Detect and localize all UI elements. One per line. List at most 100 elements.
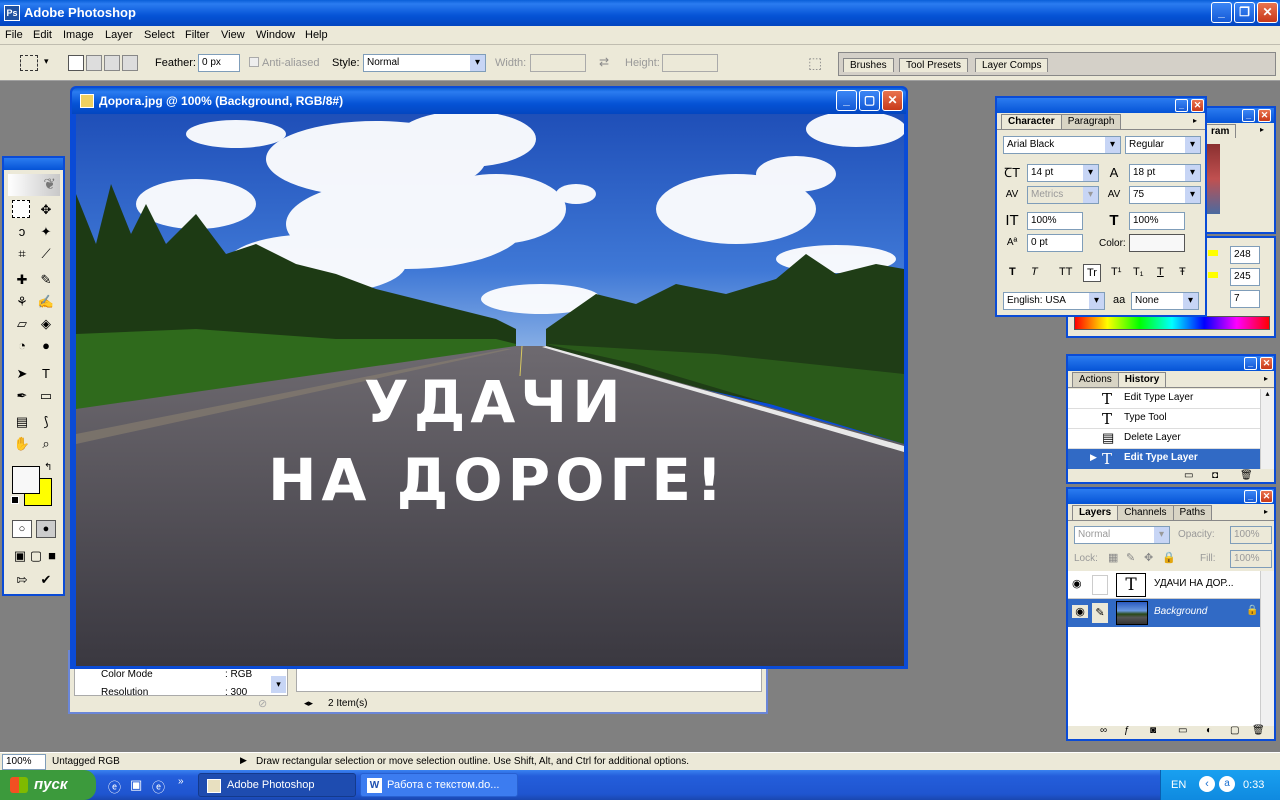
tray-arrow-icon[interactable]: ‹: [1199, 776, 1215, 792]
layer-style-icon[interactable]: ƒ: [1124, 725, 1130, 736]
crop-tool-icon[interactable]: ⌗: [12, 244, 32, 264]
layers-menu-icon[interactable]: ▸: [1264, 507, 1268, 516]
menu-file[interactable]: File: [5, 29, 23, 41]
superscript-button[interactable]: T¹: [1111, 266, 1121, 278]
task-word[interactable]: W Работа с текстом.do...: [360, 773, 518, 797]
palette-toggle-icon[interactable]: ⬚: [808, 54, 822, 72]
selection-mode-add-icon[interactable]: [86, 55, 102, 71]
small-caps-button[interactable]: Tr: [1083, 264, 1101, 282]
history-scrollbar[interactable]: ▴: [1260, 389, 1274, 469]
text-color-swatch[interactable]: [1129, 234, 1185, 252]
status-menu-icon[interactable]: ▶: [240, 755, 247, 766]
language-indicator[interactable]: EN: [1171, 779, 1186, 791]
standard-mode-icon[interactable]: ○: [12, 520, 32, 538]
chevron-down-icon[interactable]: ▾: [44, 56, 49, 67]
delete-layer-icon[interactable]: 🗑: [1252, 725, 1265, 736]
marquee-preset-icon[interactable]: [20, 55, 38, 71]
antialiased-checkbox[interactable]: [249, 57, 259, 67]
magic-wand-icon[interactable]: ✦: [36, 222, 56, 242]
character-menu-icon[interactable]: ▸: [1193, 116, 1197, 125]
histogram-minimize[interactable]: _: [1242, 109, 1255, 122]
tracking-select[interactable]: 75: [1129, 186, 1201, 204]
character-close[interactable]: ✕: [1191, 99, 1204, 112]
vertical-scale-input[interactable]: 100%: [1027, 212, 1083, 230]
menu-select[interactable]: Select: [144, 29, 175, 41]
tab-channels[interactable]: Channels: [1117, 505, 1174, 520]
font-style-select[interactable]: Regular: [1125, 136, 1201, 154]
layers-scrollbar[interactable]: [1260, 571, 1274, 726]
quicklaunch-browser-icon[interactable]: ⓔ: [152, 777, 165, 796]
new-document-from-state-icon[interactable]: ▭: [1184, 470, 1193, 481]
blend-mode-select[interactable]: Normal: [1074, 526, 1170, 544]
quicklaunch-more-icon[interactable]: »: [178, 776, 184, 787]
kerning-select[interactable]: Metrics: [1027, 186, 1099, 204]
antialias-select[interactable]: None: [1131, 292, 1199, 310]
nav-arrows-icon[interactable]: ◂▸: [304, 698, 313, 709]
eraser-tool-icon[interactable]: ▱: [12, 314, 32, 334]
character-minimize[interactable]: _: [1175, 99, 1188, 112]
width-input[interactable]: [530, 54, 586, 72]
fill-input[interactable]: 100%: [1230, 550, 1272, 568]
lock-position-icon[interactable]: ✥: [1144, 551, 1153, 564]
horizontal-scale-input[interactable]: 100%: [1129, 212, 1185, 230]
document-titlebar[interactable]: Дорога.jpg @ 100% (Background, RGB/8#) _…: [72, 88, 906, 114]
pen-tool-icon[interactable]: ✒: [12, 386, 32, 406]
quicklaunch-desktop-icon[interactable]: ▣: [130, 777, 142, 793]
adjustment-layer-icon[interactable]: ◐: [1206, 725, 1212, 736]
histogram-tab[interactable]: ram: [1204, 124, 1237, 138]
lock-transparency-icon[interactable]: ▦: [1108, 551, 1118, 564]
selection-mode-intersect-icon[interactable]: [122, 55, 138, 71]
history-item-selected[interactable]: ▶ T Edit Type Layer: [1068, 449, 1260, 469]
delete-icon[interactable]: ⊘: [258, 697, 267, 710]
underline-button[interactable]: T: [1157, 266, 1164, 278]
eyedropper-icon[interactable]: ⟆: [36, 412, 56, 432]
layer-row-text[interactable]: ◉ T УДАЧИ НА ДОР...: [1068, 571, 1260, 599]
strikethrough-button[interactable]: Ŧ: [1179, 266, 1186, 278]
doc-minimize-button[interactable]: _: [836, 90, 857, 111]
link-slot[interactable]: [1092, 575, 1108, 595]
faux-italic-button[interactable]: T: [1031, 266, 1038, 278]
minimize-button[interactable]: _: [1211, 2, 1232, 23]
color-spectrum-ramp[interactable]: [1074, 316, 1270, 330]
opacity-input[interactable]: 100%: [1230, 526, 1272, 544]
histogram-close[interactable]: ✕: [1258, 109, 1271, 122]
menu-layer[interactable]: Layer: [105, 29, 133, 41]
font-family-select[interactable]: Arial Black: [1003, 136, 1121, 154]
selection-mode-subtract-icon[interactable]: [104, 55, 120, 71]
histogram-menu-icon[interactable]: ▸: [1260, 125, 1264, 134]
leading-select[interactable]: 18 pt: [1129, 164, 1201, 182]
paint-bucket-icon[interactable]: ◈: [36, 314, 56, 334]
history-minimize[interactable]: _: [1244, 357, 1257, 370]
tab-layers[interactable]: Layers: [1072, 505, 1119, 520]
move-tool-icon[interactable]: ✥: [36, 200, 56, 220]
doc-close-button[interactable]: ✕: [882, 90, 903, 111]
history-close[interactable]: ✕: [1260, 357, 1273, 370]
menu-window[interactable]: Window: [256, 29, 295, 41]
tab-character[interactable]: Character: [1001, 114, 1062, 129]
history-item[interactable]: T Edit Type Layer: [1068, 389, 1260, 409]
zoom-field[interactable]: 100%: [2, 754, 46, 770]
clone-stamp-icon[interactable]: ⚘: [12, 292, 32, 312]
new-layer-icon[interactable]: ▢: [1230, 725, 1239, 736]
baseline-shift-input[interactable]: 0 pt: [1027, 234, 1083, 252]
quicklaunch-ie-icon[interactable]: ⓔ: [108, 777, 121, 796]
new-snapshot-icon[interactable]: ◘: [1212, 470, 1218, 481]
screen-mode-full-icon[interactable]: ■: [42, 546, 62, 566]
color-g-input[interactable]: 245: [1230, 268, 1260, 286]
history-menu-icon[interactable]: ▸: [1264, 374, 1268, 383]
checkmark-icon[interactable]: ✔: [36, 570, 56, 590]
history-item[interactable]: T Type Tool: [1068, 409, 1260, 429]
color-r-input[interactable]: 248: [1230, 246, 1260, 264]
history-item[interactable]: ▤ Delete Layer: [1068, 429, 1260, 449]
style-select[interactable]: Normal: [363, 54, 486, 72]
brush-link-icon[interactable]: ✎: [1092, 603, 1108, 623]
layer-mask-icon[interactable]: ◙: [1150, 725, 1156, 736]
notes-tool-icon[interactable]: ▤: [12, 412, 32, 432]
color-b-input[interactable]: 7: [1230, 290, 1260, 308]
layer-row-background[interactable]: ◉ ✎ Background 🔒: [1068, 599, 1260, 627]
jump-to-imageready-icon[interactable]: ⇰: [12, 570, 32, 590]
task-photoshop[interactable]: Adobe Photoshop: [198, 773, 356, 797]
default-colors-icon[interactable]: [11, 496, 19, 504]
feather-logo-icon[interactable]: ❦: [8, 174, 60, 196]
maximize-button[interactable]: ❐: [1234, 2, 1255, 23]
